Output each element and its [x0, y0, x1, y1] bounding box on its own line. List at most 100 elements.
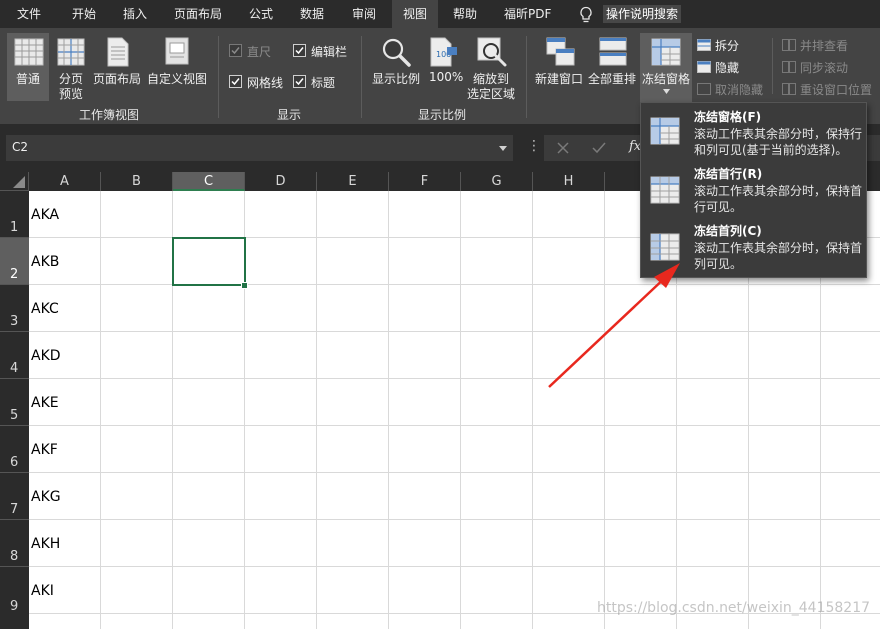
menu-home[interactable]: 开始 [72, 0, 96, 28]
zoom-button[interactable]: 显示比例 [372, 70, 420, 87]
row-header-2[interactable]: 2 [0, 238, 29, 285]
gridline [460, 191, 461, 629]
name-box[interactable] [6, 135, 513, 161]
row-header-6[interactable]: 6 [0, 426, 29, 473]
ribbon-separator [772, 38, 773, 94]
gridline [29, 472, 880, 473]
freeze-first-column-description: 滚动工作表其余部分时，保持首列可见。 [694, 241, 863, 271]
cell-a7[interactable]: AKG [31, 489, 61, 505]
tell-me-search[interactable]: 操作说明搜索 [603, 5, 682, 23]
cell-a4[interactable]: AKD [31, 348, 61, 364]
row-header-3[interactable]: 3 [0, 285, 29, 332]
menu-view[interactable]: 视图 [392, 0, 438, 28]
gridline [532, 191, 533, 629]
gridline [29, 566, 880, 567]
show-group-label: 显示 [277, 108, 302, 122]
menu-help[interactable]: 帮助 [453, 0, 477, 28]
page-layout-icon [107, 37, 129, 67]
cell-a8[interactable]: AKH [31, 536, 60, 552]
row-header-1[interactable]: 1 [0, 191, 29, 238]
gridlines-label: 网格线 [247, 76, 284, 90]
column-header-c[interactable]: C [173, 172, 245, 191]
select-all-corner[interactable] [0, 172, 29, 191]
row-header-7[interactable]: 7 [0, 473, 29, 520]
column-header-h[interactable]: H [533, 172, 605, 191]
new-window-button[interactable]: 新建窗口 [535, 70, 583, 87]
row-header-5[interactable]: 5 [0, 379, 29, 426]
row-number: 9 [10, 599, 19, 614]
freeze-panes-button[interactable]: 冻结窗格 [642, 70, 690, 87]
sync-scroll-button[interactable]: 同步滚动 [800, 59, 848, 76]
page-layout-view-button[interactable]: 页面布局 [93, 70, 141, 87]
headings-checkbox[interactable] [293, 75, 306, 88]
row-header-9[interactable]: 9 [0, 567, 29, 629]
menu-insert[interactable]: 插入 [123, 0, 147, 28]
cell-a2[interactable]: AKB [31, 254, 59, 270]
split-icon [697, 39, 711, 51]
active-cell-c2[interactable] [172, 237, 246, 286]
reset-window-position-button[interactable]: 重设窗口位置 [800, 81, 872, 98]
freeze-first-column-option[interactable]: 冻结首列(C) [694, 222, 762, 239]
chevron-down-icon [663, 89, 670, 94]
arrange-all-icon [599, 37, 627, 66]
zoom-100-button[interactable]: 100% [429, 70, 463, 84]
normal-view-button[interactable]: 普通 [16, 70, 40, 87]
menu-data[interactable]: 数据 [300, 0, 324, 28]
freeze-top-row-option[interactable]: 冻结首行(R) [694, 165, 762, 182]
menu-page-layout[interactable]: 页面布局 [174, 0, 222, 28]
menu-file[interactable]: 文件 [17, 0, 41, 28]
ribbon-separator [361, 36, 362, 118]
headings-label: 标题 [311, 76, 336, 90]
arrange-all-button[interactable]: 全部重排 [588, 70, 636, 87]
gridlines-checkbox[interactable] [229, 75, 242, 88]
row-number: 6 [10, 455, 19, 470]
column-header-g[interactable]: G [461, 172, 533, 191]
ruler-label: 直尺 [247, 45, 272, 59]
chevron-down-icon[interactable] [499, 146, 507, 151]
split-button[interactable]: 拆分 [715, 37, 739, 54]
unhide-icon [697, 83, 711, 95]
cancel-icon[interactable] [557, 142, 569, 154]
cell-a9[interactable]: AKI [31, 583, 54, 599]
more-icon: ⋮ [527, 138, 541, 154]
fill-handle[interactable] [241, 282, 248, 289]
row-header-4[interactable]: 4 [0, 332, 29, 379]
hide-icon [697, 61, 711, 73]
hide-button[interactable]: 隐藏 [715, 59, 739, 76]
cell-a3[interactable]: AKC [31, 301, 59, 317]
freeze-panes-icon [650, 117, 680, 145]
menu-formulas[interactable]: 公式 [249, 0, 273, 28]
formula-bar-label: 编辑栏 [311, 45, 348, 59]
page-break-preview-label-2: 预览 [59, 87, 84, 101]
cell-a5[interactable]: AKE [31, 395, 59, 411]
view-side-by-side-button[interactable]: 并排查看 [800, 37, 848, 54]
row-header-8[interactable]: 8 [0, 520, 29, 567]
column-header-e[interactable]: E [317, 172, 389, 191]
ribbon-separator [526, 36, 527, 118]
column-header-d[interactable]: D [245, 172, 317, 191]
gridline [29, 331, 880, 332]
formula-bar-checkbox[interactable] [293, 44, 306, 57]
cell-a6[interactable]: AKF [31, 442, 58, 458]
column-header-b[interactable]: B [101, 172, 173, 191]
freeze-top-row-description: 滚动工作表其余部分时，保持首行可见。 [694, 184, 863, 214]
page-break-preview-icon [57, 38, 85, 66]
row-number: 7 [10, 502, 19, 517]
unhide-button[interactable]: 取消隐藏 [715, 81, 763, 98]
column-header-a[interactable]: A [29, 172, 101, 191]
gridline [388, 191, 389, 629]
custom-views-button[interactable]: 自定义视图 [147, 70, 207, 87]
menu-review[interactable]: 审阅 [352, 0, 376, 28]
normal-view-icon [14, 38, 44, 66]
enter-check-icon[interactable] [592, 142, 606, 154]
ruler-checkbox[interactable] [229, 44, 242, 57]
name-box-value: C2 [12, 140, 29, 154]
cell-a1[interactable]: AKA [31, 207, 59, 223]
row-number: 2 [10, 267, 19, 282]
freeze-panes-option[interactable]: 冻结窗格(F) [694, 108, 761, 125]
zoom-magnifier-icon [382, 38, 411, 67]
row-number: 1 [10, 220, 19, 235]
column-header-f[interactable]: F [389, 172, 461, 191]
menu-foxit-pdf[interactable]: 福昕PDF [504, 0, 551, 28]
row-number: 3 [10, 314, 19, 329]
